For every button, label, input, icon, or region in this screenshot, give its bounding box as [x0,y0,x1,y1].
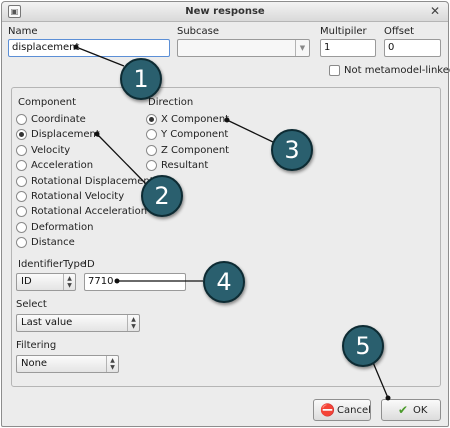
filtering-dropdown[interactable]: None ▲ ▼ [16,355,119,373]
direction-radio[interactable] [146,114,157,125]
ok-label: OK [413,405,428,416]
cancel-icon: ⛔ [320,403,335,417]
direction-radio[interactable] [146,144,157,156]
filtering-label: Filtering [16,340,57,351]
title-bar: ▣ New response ✕ [2,2,448,22]
multiplier-label: Multipiler [320,26,367,37]
filtering-value: None [21,358,48,369]
component-option-label: Acceleration [31,160,94,172]
id-label: ID [84,259,95,270]
component-option-label: Distance [31,237,75,249]
direction-option-label: Resultant [161,160,209,172]
subcase-dropdown[interactable]: ▼ [177,39,310,57]
dialog-title: New response [185,6,265,17]
component-option-label: Rotational Acceleration [31,206,148,218]
spin-arrows-icon: ▲ ▼ [63,274,75,290]
direction-option-label: Y Component [161,129,229,141]
direction-heading: Direction [148,97,194,108]
callout-badge-5: 5 [342,325,384,367]
direction-radio[interactable] [146,160,157,172]
callout-badge-4: 4 [203,261,245,303]
select-label: Select [16,299,47,310]
subcase-label: Subcase [177,26,220,37]
component-option-label: Deformation [31,221,94,233]
component-option-label: Coordinate [31,114,86,125]
component-radio[interactable] [16,206,27,218]
component-radio[interactable] [16,175,27,187]
close-icon[interactable]: ✕ [428,4,442,18]
select-value: Last value [21,317,73,328]
component-option[interactable]: Coordinate [16,113,146,127]
select-dropdown[interactable]: Last value ▲ ▼ [16,314,140,332]
cancel-label: Cancel [337,405,371,416]
identifier-type-value: ID [21,276,32,287]
component-option[interactable]: Velocity [16,144,146,158]
direction-option[interactable]: Y Component [146,128,276,142]
multiplier-input[interactable]: 1 [320,39,376,57]
offset-label: Offset [384,26,415,37]
component-radio[interactable] [16,237,27,249]
component-heading: Component [18,97,77,108]
component-option[interactable]: Deformation [16,221,146,235]
component-option[interactable]: Rotational Acceleration [16,205,148,219]
spin-arrows-icon: ▲ ▼ [127,315,139,331]
spin-arrows-icon: ▲ ▼ [106,356,118,372]
callout-badge-3: 3 [271,129,313,171]
component-option[interactable]: Acceleration [16,159,146,173]
ok-button[interactable]: ✔ OK [381,399,441,421]
offset-input[interactable]: 0 [384,39,441,57]
direction-option[interactable]: Resultant [146,159,276,173]
direction-option-label: Z Component [161,144,230,156]
component-radio[interactable] [16,191,27,202]
direction-option[interactable]: Z Component [146,144,276,158]
not-metamodel-linked-checkbox[interactable] [329,65,340,76]
component-radio[interactable] [16,129,27,141]
component-radio[interactable] [16,221,27,233]
direction-option[interactable]: X Component [146,113,276,127]
component-option-label: Rotational Velocity [31,191,125,202]
component-option[interactable]: Displacement [16,128,146,142]
component-option[interactable]: Rotational Velocity [16,190,146,204]
identifier-type-dropdown[interactable]: ID ▲ ▼ [16,273,76,291]
component-option-label: Velocity [31,144,71,156]
direction-option-label: X Component [161,114,230,125]
name-label: Name [8,26,38,37]
not-metamodel-linked-label: Not metamodel-linked [344,65,450,76]
component-radio[interactable] [16,114,27,125]
component-option-label: Rotational Displacement [31,175,154,187]
component-option-label: Displacement [31,129,100,141]
id-input[interactable]: 7710 [84,273,186,291]
component-radio[interactable] [16,144,27,156]
callout-badge-1: 1 [120,58,162,100]
component-option[interactable]: Rotational Displacement [16,175,154,189]
cancel-button[interactable]: ⛔ Cancel [313,399,371,421]
checkmark-icon: ✔ [397,403,409,417]
direction-radio[interactable] [146,129,157,141]
component-radio[interactable] [16,160,27,172]
name-input[interactable]: displacement [8,39,170,57]
identifier-type-label: IdentifierType [18,259,87,270]
callout-badge-2: 2 [141,175,183,217]
dropdown-arrow-icon: ▼ [295,40,309,56]
component-option[interactable]: Distance [16,236,146,250]
